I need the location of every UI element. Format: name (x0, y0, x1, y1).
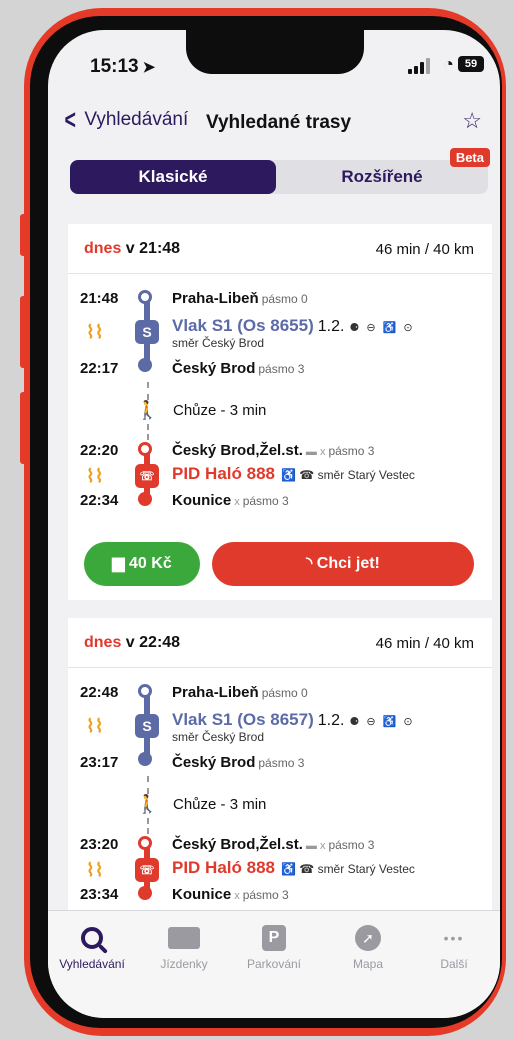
bus-line[interactable]: PID Haló 888 ♿ ☎ směr Starý Vestec (172, 858, 415, 878)
stop-name: Český Brod pásmo 3 (172, 360, 305, 377)
departure-time: 23:20 (80, 836, 119, 853)
trip-card[interactable]: dnes v 22:48 46 min / 40 km S ⌇⌇ 22:48 P… (68, 618, 492, 918)
arrival-node (138, 492, 152, 506)
tab-tickets[interactable]: Jízdenky (144, 923, 224, 971)
tab-label: Parkování (246, 957, 302, 971)
train-direction: směr Český Brod (172, 730, 265, 744)
stop-name: Praha-Libeň pásmo 0 (172, 290, 308, 307)
stop-name: Český Brod,Žel.st. ▬ x pásmo 3 (172, 442, 375, 459)
departure-time: 22:48 (80, 684, 119, 701)
trip-card[interactable]: dnes v 21:48 46 min / 40 km S ⌇⌇ 21:48 P… (68, 224, 492, 600)
parking-icon: P (234, 923, 314, 953)
stop-name: Kounice x pásmo 3 (172, 492, 289, 509)
tab-more[interactable]: ••• Další (414, 923, 494, 971)
tab-label: Vyhledávání (59, 957, 125, 971)
bus-line[interactable]: PID Haló 888 ♿ ☎ směr Starý Vestec (172, 464, 415, 484)
realtime-icon: ⌇⌇ (86, 466, 104, 486)
walk-line (147, 382, 149, 400)
page-title: Vyhledané trasy (206, 112, 352, 133)
trip-card-header: dnes v 21:48 46 min / 40 km (68, 224, 492, 274)
train-line[interactable]: Vlak S1 (Os 8657) 1.2. ⚈ ⊖ ♿ ⊙ (172, 710, 415, 730)
nav-bar: < Vyhledávání Vyhledané trasy ☆ (48, 100, 500, 146)
walk-line (147, 776, 149, 794)
ticket-icon: ▆ (112, 555, 125, 572)
trip-duration: 46 min / 40 km (375, 635, 474, 652)
battery-icon: 59 (458, 56, 484, 72)
realtime-icon: ⌇⌇ (86, 322, 104, 342)
train-s-icon: S (135, 320, 159, 344)
signal-icon (408, 58, 430, 74)
walk-duration: Chůze - 3 min (173, 796, 267, 813)
go-button[interactable]: ◝ Chci jet! (212, 542, 474, 586)
tab-bar: Vyhledávání Jízdenky P Parkování ➚ Mapa … (48, 910, 500, 1018)
walking-person-icon: 🚶 (136, 794, 159, 814)
segment-classic[interactable]: Klasické (70, 160, 276, 194)
arrival-time: 23:34 (80, 886, 119, 903)
train-amenities-icons: ⚈ ⊖ ♿ ⊙ (349, 322, 415, 334)
dynamic-island (186, 30, 364, 74)
on-demand-bus-icon: ☏ (135, 464, 159, 488)
tab-label: Mapa (352, 957, 384, 971)
bus-request-icon: ▬ x (305, 446, 326, 458)
stop-name: Český Brod,Žel.st. ▬ x pásmo 3 (172, 836, 375, 853)
trip-duration: 46 min / 40 km (375, 241, 474, 258)
train-line[interactable]: Vlak S1 (Os 8655) 1.2. ⚈ ⊖ ♿ ⊙ (172, 316, 415, 336)
departure-day-time: dnes v 22:48 (84, 634, 181, 651)
arrival-time: 22:34 (80, 492, 119, 509)
walk-line (147, 818, 149, 834)
search-icon (52, 923, 132, 953)
arrival-node (138, 358, 152, 372)
on-demand-bus-icon: ☏ (135, 858, 159, 882)
tab-map[interactable]: ➚ Mapa (328, 923, 408, 971)
walk-line (147, 424, 149, 440)
stop-name: Praha-Libeň pásmo 0 (172, 684, 308, 701)
signal-waves-icon: ◝ (306, 555, 313, 572)
train-amenities-icons: ⚈ ⊖ ♿ ⊙ (349, 716, 415, 728)
arrival-time: 23:17 (80, 754, 119, 771)
compass-icon: ➚ (328, 923, 408, 953)
wifi-icon: ◔ (443, 54, 454, 74)
location-arrow-icon: ➤ (142, 59, 156, 76)
stop-name: Český Brod pásmo 3 (172, 754, 305, 771)
bus-request-icon: ▬ x (305, 840, 326, 852)
departure-time: 21:48 (80, 290, 119, 307)
departure-time: 22:20 (80, 442, 119, 459)
departure-node (138, 836, 152, 850)
departure-node (138, 290, 152, 304)
back-label: Vyhledávání (84, 109, 189, 130)
realtime-icon: ⌇⌇ (86, 716, 104, 736)
tab-search[interactable]: Vyhledávání (52, 923, 132, 971)
arrival-node (138, 886, 152, 900)
tab-parking[interactable]: P Parkování (234, 923, 314, 971)
chevron-left-icon: < (64, 104, 76, 135)
more-icon: ••• (443, 930, 465, 946)
ticket-icon (144, 923, 224, 953)
segmented-control: Klasické Rozšířené Beta (70, 148, 490, 194)
arrival-node (138, 752, 152, 766)
walking-person-icon: 🚶 (136, 400, 159, 420)
train-s-icon: S (135, 714, 159, 738)
favorite-star-icon[interactable]: ☆ (462, 108, 482, 134)
stop-name: Kounice x pásmo 3 (172, 886, 289, 903)
walk-duration: Chůze - 3 min (173, 402, 267, 419)
status-time: 15:13 ➤ (90, 56, 156, 77)
trip-card-header: dnes v 22:48 46 min / 40 km (68, 618, 492, 668)
realtime-icon: ⌇⌇ (86, 860, 104, 880)
arrival-time: 22:17 (80, 360, 119, 377)
departure-node (138, 684, 152, 698)
train-direction: směr Český Brod (172, 336, 265, 350)
beta-badge: Beta (449, 148, 490, 167)
departure-node (138, 442, 152, 456)
app-screen: 15:13 ➤ ◔ 59 < Vyhledávání Vyhledané tras… (48, 30, 500, 1018)
ticket-price-button[interactable]: ▆ 40 Kč (84, 542, 200, 586)
tab-label: Další (440, 957, 468, 971)
tab-label: Jízdenky (160, 957, 208, 971)
departure-day-time: dnes v 21:48 (84, 240, 181, 257)
back-button[interactable]: < Vyhledávání (62, 106, 188, 134)
